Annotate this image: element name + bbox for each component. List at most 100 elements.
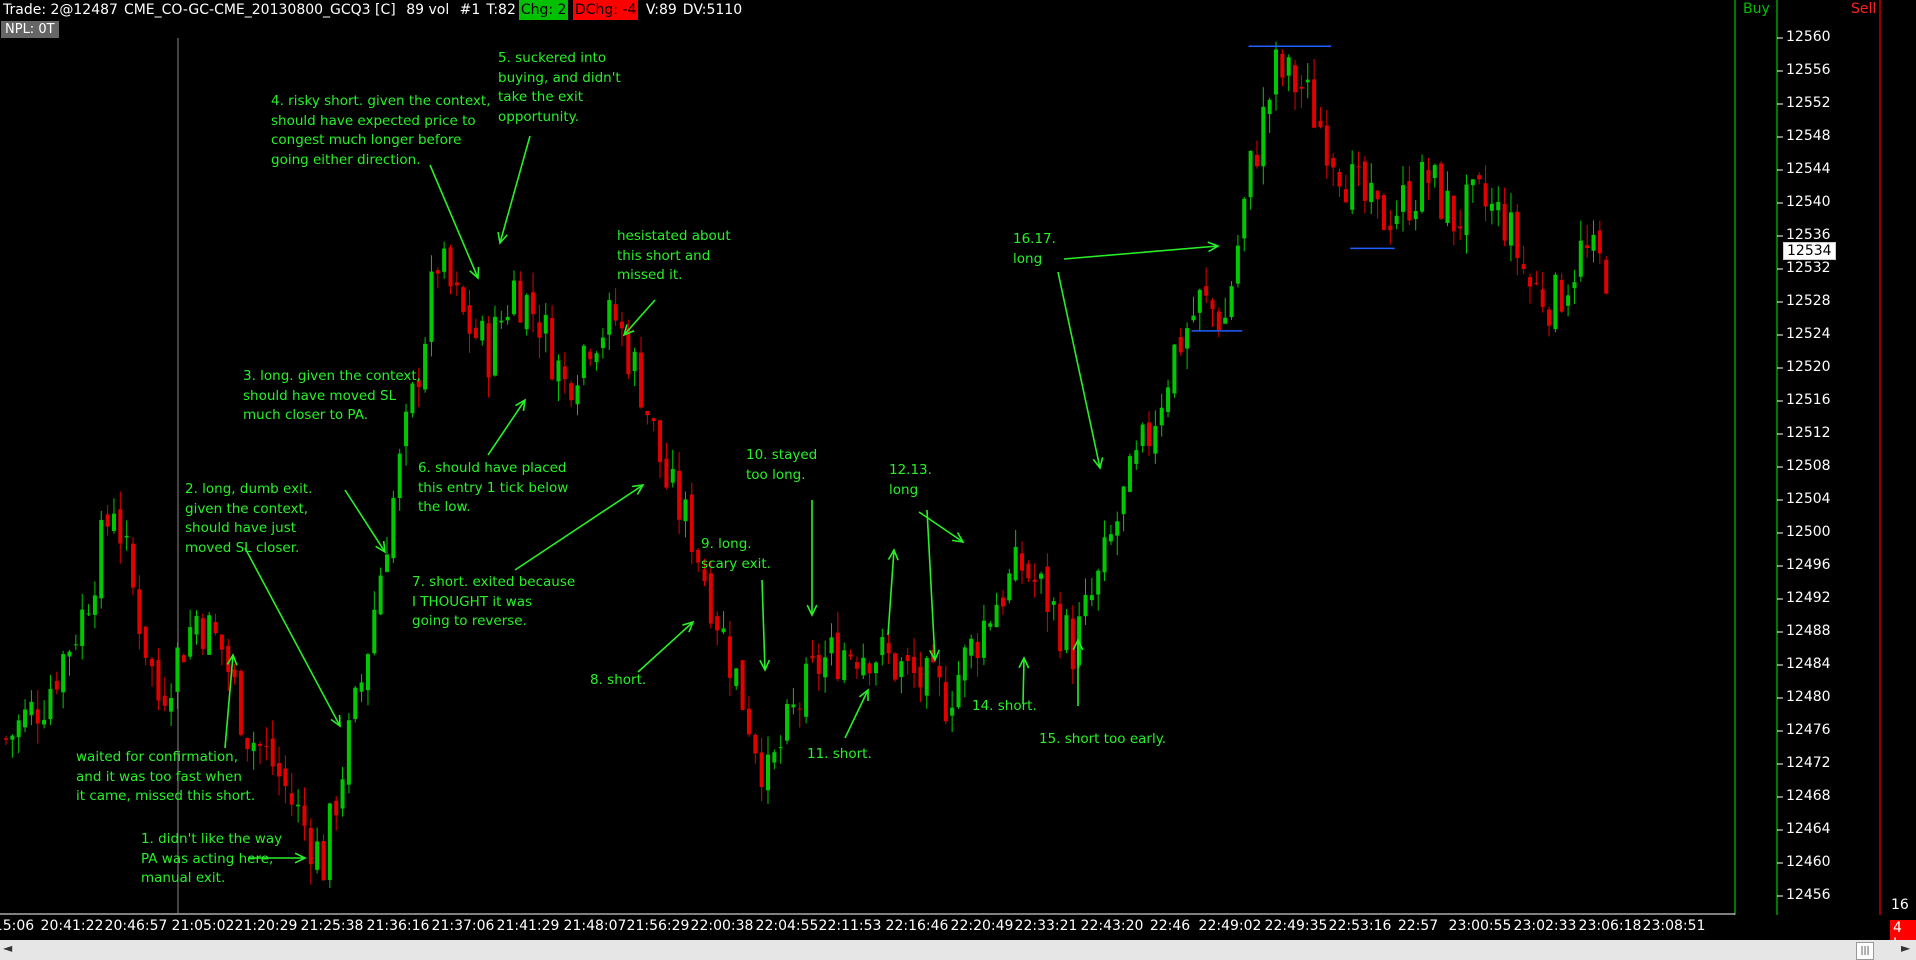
scroll-left-icon[interactable]: ◄: [3, 941, 12, 955]
candle-body: [975, 641, 980, 659]
candle-body: [359, 682, 364, 692]
candle-body: [429, 271, 434, 342]
candle-body: [1375, 190, 1380, 200]
candle-body: [1007, 573, 1012, 601]
candle-body: [556, 360, 561, 382]
y-tick-label: 12536: [1786, 227, 1831, 243]
y-tick-label: 12472: [1786, 755, 1831, 771]
candle-body: [581, 345, 586, 379]
candle-body: [156, 660, 161, 701]
candle-body: [1559, 279, 1564, 312]
candle-body: [1070, 618, 1075, 670]
buy-column-label[interactable]: Buy: [1743, 1, 1770, 17]
annotation-arrow: [844, 689, 869, 739]
candle-body: [92, 595, 97, 615]
annotation-16-17: 16.17. long: [1013, 231, 1056, 267]
candle-body: [766, 754, 770, 791]
x-tick-label: 22:33:21: [1014, 918, 1078, 934]
candle-body: [1102, 537, 1107, 573]
candle-body: [207, 615, 212, 655]
candle-body: [67, 651, 72, 657]
candle-body: [791, 704, 796, 708]
annotation-arrow: [344, 489, 386, 553]
candle-body: [1039, 573, 1044, 579]
candle-body: [1286, 57, 1291, 76]
candle-body: [1134, 450, 1139, 464]
candle-body: [1115, 521, 1120, 536]
candle-body: [4, 738, 8, 740]
annotation-14: 14. short.: [972, 698, 1037, 714]
candle-body: [264, 745, 269, 747]
y-tick-label: 12556: [1786, 62, 1831, 78]
candle-body: [772, 752, 777, 763]
candle-body: [1572, 282, 1577, 289]
candle-body: [1058, 603, 1063, 652]
candle-body: [99, 519, 104, 599]
candle-body: [1172, 344, 1177, 394]
annotation-arrow: [1057, 271, 1101, 469]
annotation-arrow: [623, 299, 656, 336]
annotation-arrow: [926, 509, 936, 661]
scroll-right-icon[interactable]: ►: [1901, 941, 1910, 955]
current-price-label: 12534: [1783, 242, 1836, 260]
x-tick-label: 21:41:29: [496, 918, 560, 934]
candle-body: [1324, 125, 1329, 166]
candle-body: [226, 645, 231, 672]
candle-body: [448, 247, 453, 287]
candle-body: [569, 383, 574, 401]
candle-body: [1229, 286, 1234, 318]
y-tick-label: 12492: [1786, 590, 1831, 606]
annotation-9: 9. long. scary exit.: [701, 536, 771, 572]
y-tick-label: 12560: [1786, 29, 1831, 45]
y-tick-label: 12516: [1786, 392, 1831, 408]
sell-column-label[interactable]: Sell: [1851, 1, 1876, 17]
candle-body: [873, 662, 878, 674]
candle-body: [632, 351, 637, 372]
annotation-3: 3. long. given the context, should have …: [243, 368, 421, 424]
candle-body: [1000, 597, 1005, 607]
candle-body: [23, 709, 28, 728]
candle-body: [1064, 615, 1069, 651]
horizontal-scrollbar[interactable]: [0, 940, 1916, 960]
candle-body: [677, 470, 682, 520]
y-tick-label: 12496: [1786, 557, 1831, 573]
candle-body: [727, 636, 732, 678]
candle-body: [346, 720, 351, 785]
x-tick-label: 22:43:20: [1080, 918, 1144, 934]
scroll-thumb[interactable]: |||: [1856, 942, 1874, 960]
annotation-arrow: [499, 135, 531, 244]
candle-body: [1299, 86, 1304, 89]
candle-body: [54, 680, 59, 690]
annotation-arrow: [887, 549, 895, 636]
candle-body: [575, 385, 580, 405]
candle-body: [238, 670, 243, 735]
x-tick-label: 22:00:38: [690, 918, 754, 934]
candle-body: [308, 827, 313, 865]
candle-body: [1426, 169, 1431, 183]
x-tick-label: 22:16:46: [885, 918, 949, 934]
candle-body: [1096, 570, 1101, 595]
annotation-6: 6. should have placed this entry 1 tick …: [418, 460, 569, 516]
y-tick-label: 12552: [1786, 95, 1831, 111]
candle-body: [962, 647, 967, 681]
annotation-arrow: [429, 164, 479, 279]
annotation-15: 15. short too early.: [1039, 731, 1167, 747]
y-tick-label: 12544: [1786, 161, 1831, 177]
candle-body: [1458, 226, 1463, 229]
candle-body: [1197, 289, 1202, 313]
candle-body: [111, 513, 116, 531]
annotation-arrow: [761, 579, 766, 671]
candle-body: [219, 634, 224, 650]
volume-value: 16: [1891, 897, 1909, 913]
x-tick-label: 21:25:38: [300, 918, 364, 934]
candle-body: [1312, 79, 1317, 128]
candle-body: [143, 626, 148, 658]
candle-body: [842, 650, 847, 680]
candle-body: [664, 458, 669, 488]
candle-body: [696, 549, 701, 563]
x-tick-label: 20:46:57: [104, 918, 168, 934]
candle-body: [29, 701, 34, 716]
candle-body: [785, 703, 790, 741]
candle-body: [1483, 183, 1488, 207]
candle-body: [1223, 317, 1228, 324]
